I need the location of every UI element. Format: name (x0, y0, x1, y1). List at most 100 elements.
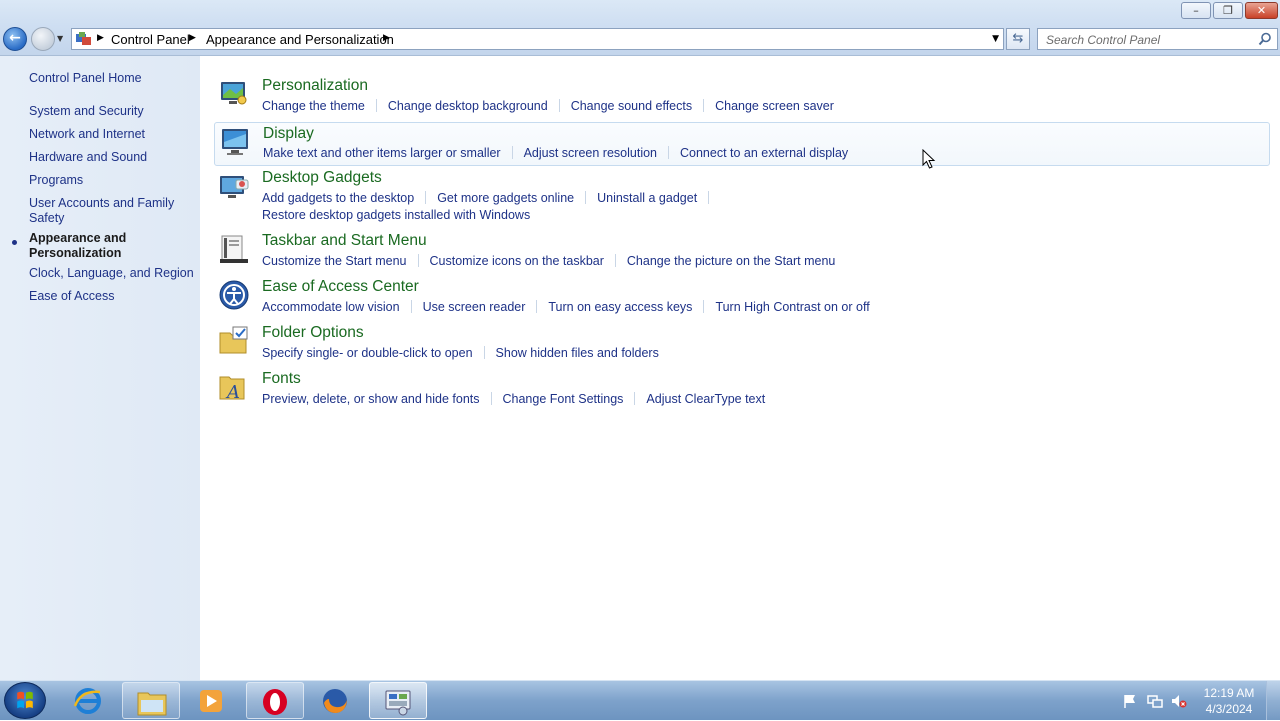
task-adjust-screen-resolution[interactable]: Adjust screen resolution (524, 146, 657, 160)
taskbar-firefox[interactable] (307, 682, 365, 719)
start-button[interactable] (4, 682, 46, 719)
breadcrumb-separator-icon[interactable]: ▶ (383, 33, 390, 43)
recent-pages-button[interactable]: ▼ (57, 34, 67, 44)
category-title-ease-of-access[interactable]: Ease of Access Center (262, 278, 419, 296)
task-customize-taskbar-icons[interactable]: Customize icons on the taskbar (430, 254, 604, 268)
task-add-gadgets[interactable]: Add gadgets to the desktop (262, 191, 414, 205)
task-divider (490, 392, 492, 405)
maximize-button[interactable]: ❐ (1213, 2, 1243, 19)
task-use-screen-reader[interactable]: Use screen reader (423, 300, 526, 314)
refresh-icon: ⇆ (1012, 31, 1024, 46)
task-connect-external-display[interactable]: Connect to an external display (680, 146, 848, 160)
category-personalization: Personalization Change the theme Change … (214, 77, 1270, 115)
taskbar-opera[interactable] (246, 682, 304, 719)
system-clock[interactable]: 12:19 AM 4/3/2024 (1196, 685, 1262, 717)
task-high-contrast[interactable]: Turn High Contrast on or off (715, 300, 869, 314)
taskbar-media-player[interactable] (183, 682, 241, 719)
sidebar-item-appearance-current: Appearance and Personalization (29, 231, 127, 260)
breadcrumb-separator-icon[interactable]: ▶ (189, 33, 196, 43)
left-navigation-pane: Control Panel Home System and Security N… (0, 56, 200, 680)
category-title-folder-options[interactable]: Folder Options (262, 324, 364, 342)
task-get-more-gadgets[interactable]: Get more gadgets online (437, 191, 574, 205)
task-change-sound-effects[interactable]: Change sound effects (571, 99, 692, 113)
minimize-button[interactable]: – (1181, 2, 1211, 19)
sidebar-item-user-accounts[interactable]: User Accounts and Family Safety (29, 196, 179, 226)
taskbar-windows-explorer[interactable] (122, 682, 180, 719)
main-content: Personalization Change the theme Change … (200, 56, 1280, 680)
category-title-personalization[interactable]: Personalization (262, 77, 368, 95)
windows-explorer-icon (137, 692, 167, 716)
sidebar-item-system-security[interactable]: System and Security (29, 104, 197, 119)
navigation-bar: ← ▼ ▶ Control Panel ▶ Appearance and Per… (0, 24, 1280, 56)
task-change-font-settings[interactable]: Change Font Settings (503, 392, 624, 406)
task-change-start-menu-picture[interactable]: Change the picture on the Start menu (627, 254, 835, 268)
task-uninstall-gadget[interactable]: Uninstall a gadget (597, 191, 697, 205)
task-make-text-larger[interactable]: Make text and other items larger or smal… (263, 146, 501, 160)
media-player-icon (200, 690, 222, 712)
windows-logo-icon (17, 691, 33, 709)
search-input[interactable] (1044, 31, 1253, 49)
task-divider (410, 300, 412, 313)
refresh-button[interactable]: ⇆ (1006, 28, 1030, 50)
task-divider (634, 392, 636, 405)
taskbar-control-panel[interactable] (369, 682, 427, 719)
gadgets-icon (220, 176, 249, 198)
task-restore-gadgets[interactable]: Restore desktop gadgets installed with W… (262, 208, 530, 222)
volume-muted-icon[interactable] (1171, 693, 1187, 709)
category-ease-of-access: Ease of Access Center Accommodate low vi… (214, 278, 1270, 316)
control-panel-icon (385, 690, 411, 716)
task-change-desktop-background[interactable]: Change desktop background (388, 99, 548, 113)
chevron-down-icon: ▼ (57, 34, 64, 43)
task-divider (511, 146, 513, 159)
task-change-screen-saver[interactable]: Change screen saver (715, 99, 834, 113)
sidebar-item-network[interactable]: Network and Internet (29, 127, 197, 142)
action-center-flag-icon[interactable] (1122, 693, 1138, 709)
task-change-theme[interactable]: Change the theme (262, 99, 365, 113)
category-title-fonts[interactable]: Fonts (262, 370, 301, 388)
back-button[interactable]: ← (3, 27, 27, 51)
search-box[interactable] (1037, 28, 1278, 50)
restore-icon: ❐ (1223, 4, 1233, 17)
task-divider (614, 254, 616, 267)
task-adjust-cleartype[interactable]: Adjust ClearType text (646, 392, 765, 406)
sidebar-item-clock-language[interactable]: Clock, Language, and Region (29, 266, 197, 281)
search-icon[interactable] (1258, 32, 1272, 46)
category-title-desktop-gadgets[interactable]: Desktop Gadgets (262, 169, 382, 187)
category-desktop-gadgets: Desktop Gadgets Add gadgets to the deskt… (214, 169, 1270, 225)
category-fonts: A Fonts Preview, delete, or show and hid… (214, 370, 1270, 408)
firefox-icon (323, 689, 347, 713)
task-preview-fonts[interactable]: Preview, delete, or show and hide fonts (262, 392, 480, 406)
sidebar-item-hardware-sound[interactable]: Hardware and Sound (29, 150, 197, 165)
sidebar-item-ease-of-access[interactable]: Ease of Access (29, 289, 197, 304)
breadcrumb-separator-icon[interactable]: ▶ (97, 33, 104, 43)
close-button[interactable]: ✕ (1245, 2, 1278, 19)
fonts-icon: A (219, 376, 245, 403)
taskbar-internet-explorer[interactable] (60, 682, 118, 719)
task-single-double-click[interactable]: Specify single- or double-click to open (262, 346, 473, 360)
minimize-icon: – (1193, 4, 1199, 17)
network-icon[interactable] (1147, 693, 1163, 709)
show-desktop-button[interactable] (1266, 681, 1280, 720)
task-show-hidden-files[interactable]: Show hidden files and folders (496, 346, 659, 360)
task-accommodate-low-vision[interactable]: Accommodate low vision (262, 300, 400, 314)
internet-explorer-icon (73, 688, 101, 714)
breadcrumb-appearance[interactable]: Appearance and Personalization (206, 32, 394, 47)
task-customize-start-menu[interactable]: Customize the Start menu (262, 254, 407, 268)
task-divider (703, 99, 705, 112)
mouse-cursor-icon (922, 149, 936, 169)
task-divider (585, 191, 587, 204)
breadcrumb-control-panel[interactable]: Control Panel (111, 32, 190, 47)
ease-of-access-icon (219, 280, 249, 310)
category-title-display[interactable]: Display (263, 125, 314, 143)
category-display: Display Make text and other items larger… (214, 122, 1270, 166)
folder-options-icon (219, 326, 248, 354)
sidebar-item-programs[interactable]: Programs (29, 173, 197, 188)
task-divider (536, 300, 538, 313)
address-dropdown-icon[interactable]: ▼ (992, 34, 999, 44)
address-bar[interactable]: ▶ Control Panel ▶ Appearance and Persona… (71, 28, 1004, 50)
task-divider (417, 254, 419, 267)
forward-button[interactable] (31, 27, 55, 51)
category-title-taskbar-start-menu[interactable]: Taskbar and Start Menu (262, 232, 427, 250)
task-easy-access-keys[interactable]: Turn on easy access keys (548, 300, 692, 314)
control-panel-home-link[interactable]: Control Panel Home (29, 71, 197, 86)
